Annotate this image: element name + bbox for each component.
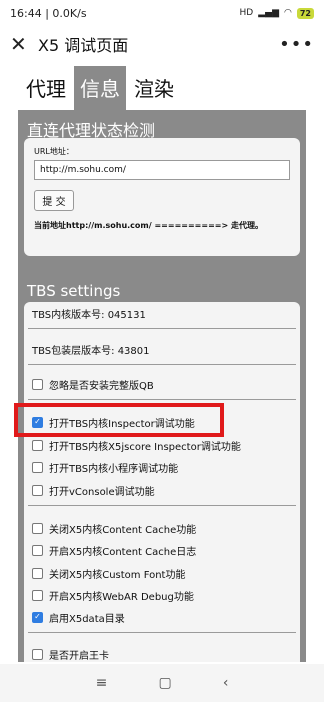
tab-render[interactable]: 渲染 (128, 66, 180, 110)
option-row[interactable]: 打开TBS内核小程序调试功能 (32, 460, 292, 475)
option-label: 打开TBS内核小程序调试功能 (49, 463, 179, 475)
url-input[interactable] (34, 160, 290, 180)
option-row[interactable]: 打开vConsole调试功能 (32, 483, 292, 498)
status-bar: 16:44 | 0.0K/s HD ▂▄▆ ◠ 72 (0, 0, 324, 26)
option-row[interactable]: 开启X5内核WebAR Debug功能 (32, 588, 292, 603)
tbs-settings-title: TBS settings (27, 282, 121, 300)
system-nav-bar: ≡ ▢ ‹ (0, 664, 324, 702)
option-label: 开启X5内核WebAR Debug功能 (49, 591, 194, 603)
checkbox[interactable] (32, 522, 43, 534)
signal-bars-icon: ▂▄▆ (258, 8, 279, 18)
checkbox[interactable] (32, 589, 43, 601)
menu-icon[interactable]: ≡ (96, 675, 108, 691)
tbs-settings-panel: TBS settings TBS内核版本号: 045131 TBS包装层版本号:… (18, 272, 306, 662)
checkbox[interactable] (32, 439, 43, 451)
tbs-settings-card: TBS内核版本号: 045131 TBS包装层版本号: 43801 忽略是否安装… (24, 302, 300, 662)
status-network-speed: | 0.0K/s (45, 6, 87, 20)
checkbox[interactable] (32, 544, 43, 556)
close-icon[interactable]: ✕ (10, 34, 32, 54)
option-label: 忽略是否安装完整版QB (49, 380, 154, 392)
url-label: URL地址： (34, 147, 74, 156)
proxy-check-title: 直连代理状态检测 (27, 121, 156, 140)
checkbox-checked[interactable]: ✓ (32, 611, 43, 623)
option-row[interactable]: 忽略是否安装完整版QB (32, 377, 292, 392)
battery-icon: 72 (296, 7, 314, 19)
tab-proxy[interactable]: 代理 (20, 66, 72, 110)
highlight-box (14, 403, 224, 437)
checkbox[interactable] (32, 484, 43, 496)
divider (28, 399, 296, 400)
wifi-icon: ◠ (284, 8, 292, 18)
option-label: 打开TBS内核X5jscore Inspector调试功能 (49, 441, 241, 453)
checkbox[interactable] (32, 567, 43, 579)
submit-button[interactable]: 提 交 (34, 190, 74, 211)
checkbox[interactable] (32, 378, 43, 390)
back-icon[interactable]: ‹ (223, 675, 229, 691)
divider (28, 632, 296, 633)
signal-icon: HD (239, 8, 254, 18)
tbs-pack-version: TBS包装层版本号: 43801 (32, 345, 150, 357)
option-row[interactable]: 是否开启王卡 (32, 647, 292, 662)
proxy-result-text: 当前地址http://m.sohu.com/ ==========> 走代理。 (34, 221, 263, 230)
option-row[interactable]: 开启X5内核Content Cache日志 (32, 543, 292, 558)
more-options-icon[interactable]: ••• (279, 34, 314, 55)
tbs-core-version: TBS内核版本号: 045131 (32, 309, 146, 321)
option-label: 打开vConsole调试功能 (49, 486, 155, 498)
option-label: 是否开启王卡 (49, 650, 109, 662)
tab-bar: 代理 信息 渲染 (0, 66, 324, 110)
divider (28, 505, 296, 506)
page-title: X5 调试页面 (38, 36, 129, 55)
home-icon[interactable]: ▢ (158, 675, 171, 691)
proxy-check-panel: 直连代理状态检测 URL地址： 提 交 当前地址http://m.sohu.co… (18, 110, 306, 272)
status-time: 16:44 (10, 6, 42, 20)
proxy-check-card: URL地址： 提 交 当前地址http://m.sohu.com/ ======… (24, 138, 300, 256)
divider (28, 328, 296, 329)
option-row[interactable]: ✓ 启用X5data目录 (32, 610, 292, 625)
checkbox[interactable] (32, 648, 43, 660)
checkbox[interactable] (32, 461, 43, 473)
tab-info[interactable]: 信息 (74, 66, 126, 110)
option-row[interactable]: 打开TBS内核X5jscore Inspector调试功能 (32, 438, 292, 453)
option-label: 关闭X5内核Content Cache功能 (49, 524, 197, 536)
option-label: 关闭X5内核Custom Font功能 (49, 569, 186, 581)
option-row[interactable]: 关闭X5内核Custom Font功能 (32, 566, 292, 581)
title-bar: ✕ X5 调试页面 ••• (0, 26, 324, 62)
option-row[interactable]: 关闭X5内核Content Cache功能 (32, 521, 292, 536)
option-label: 开启X5内核Content Cache日志 (49, 546, 197, 558)
divider (28, 364, 296, 365)
option-label: 启用X5data目录 (49, 613, 125, 625)
